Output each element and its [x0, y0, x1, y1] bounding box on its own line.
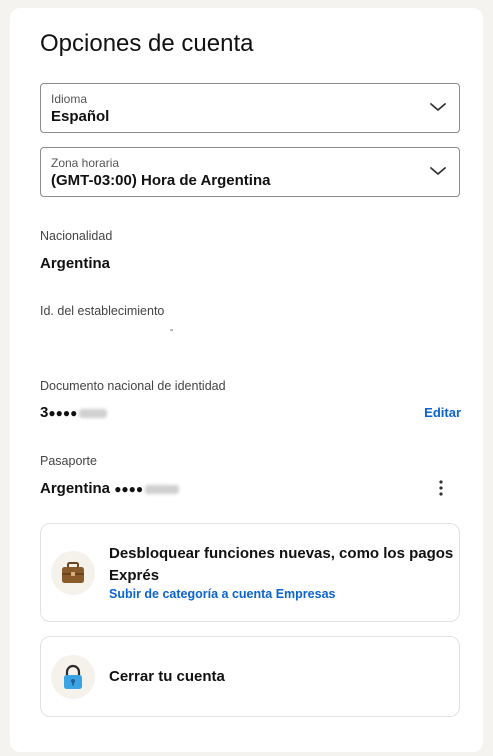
briefcase-icon — [62, 562, 84, 583]
language-label: Idioma — [51, 92, 88, 106]
language-value: Español — [51, 108, 110, 125]
nationality-value: Argentina — [40, 255, 111, 272]
chevron-down-icon — [430, 167, 446, 175]
chevron-down-icon — [430, 103, 446, 111]
masked-digits — [145, 484, 180, 494]
timezone-select[interactable]: Zona horaria (GMT-03:00) Hora de Argenti… — [40, 147, 460, 197]
masked-digits — [79, 408, 108, 418]
upgrade-business-link[interactable]: Subir de categoría a cuenta Empresas — [109, 587, 335, 601]
lock-icon — [64, 664, 82, 689]
passport-dots: ●●●● — [114, 482, 144, 497]
upgrade-title: Desbloquear funciones nuevas, como los p… — [109, 545, 454, 584]
passport-label: Pasaporte — [40, 454, 97, 468]
account-options-card: Opciones de cuenta Idioma Español Zona h… — [10, 8, 483, 752]
timezone-label: Zona horaria — [51, 156, 120, 170]
timezone-value: (GMT-03:00) Hora de Argentina — [51, 172, 271, 189]
upgrade-business-card[interactable]: Desbloquear funciones nuevas, como los p… — [40, 523, 460, 622]
national-id-label: Documento nacional de identidad — [40, 379, 226, 393]
lock-icon-circle — [51, 655, 95, 699]
edit-national-id-link[interactable]: Editar — [424, 405, 461, 420]
passport-country: Argentina — [40, 480, 111, 497]
briefcase-icon-circle — [51, 551, 95, 595]
nationality-label: Nacionalidad — [40, 229, 113, 243]
establishment-id-value — [170, 329, 173, 331]
close-account-card[interactable]: Cerrar tu cuenta — [40, 636, 460, 717]
national-id-dots: ●●●● — [48, 406, 78, 421]
passport-value: Argentina ●●●● — [40, 480, 180, 497]
language-select[interactable]: Idioma Español — [40, 83, 460, 133]
national-id-value: 3●●●● — [40, 404, 108, 421]
more-options-icon[interactable] — [437, 479, 445, 497]
close-account-title: Cerrar tu cuenta — [109, 668, 225, 685]
establishment-id-label: Id. del establecimiento — [40, 304, 165, 318]
page-title: Opciones de cuenta — [40, 30, 254, 57]
